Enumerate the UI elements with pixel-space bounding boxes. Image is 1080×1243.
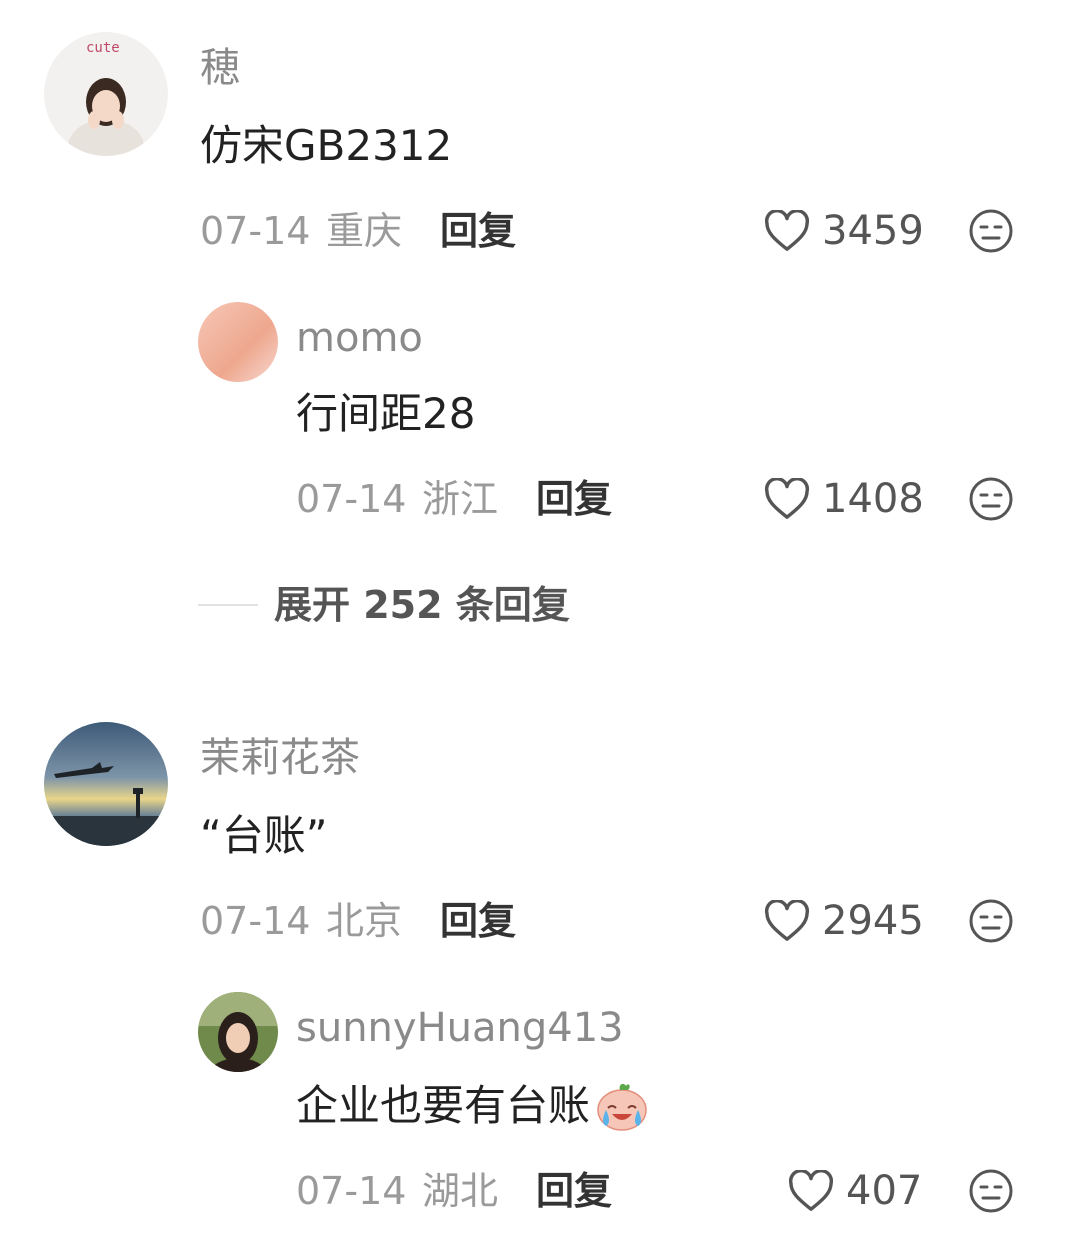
commenter-name[interactable]: sunnyHuang413 <box>296 1004 624 1052</box>
like-button[interactable]: 1408 <box>764 476 924 522</box>
like-count: 407 <box>846 1168 923 1214</box>
comment-text-body: 企业也要有台账 <box>296 1081 591 1130</box>
comment-date: 07-14 <box>200 209 311 253</box>
like-count: 2945 <box>822 898 924 944</box>
comment-text: 仿宋GB2312 <box>200 121 453 170</box>
avatar[interactable] <box>198 992 278 1072</box>
meh-face-icon[interactable] <box>968 898 1014 944</box>
commenter-name[interactable]: 穂 <box>200 44 240 92</box>
comment-location: 重庆 <box>326 209 403 253</box>
meh-face-icon[interactable] <box>968 1168 1014 1214</box>
comment-date: 07-14 <box>200 899 311 943</box>
reply-button[interactable]: 回复 <box>440 898 516 944</box>
heart-outline-icon <box>788 1170 834 1211</box>
crying-emoji-icon <box>597 1083 647 1131</box>
avatar-text: cute <box>86 40 120 56</box>
expand-replies-label: 展开 252 条回复 <box>274 583 570 627</box>
like-count: 1408 <box>822 476 924 522</box>
commenter-name[interactable]: 茉莉花茶 <box>200 734 360 782</box>
comment-location: 湖北 <box>422 1169 499 1213</box>
comment-text: 行间距28 <box>296 389 476 438</box>
avatar[interactable]: cute <box>44 32 168 156</box>
reply-button[interactable]: 回复 <box>440 208 516 254</box>
expand-replies-button[interactable]: 展开 252 条回复 <box>198 582 570 628</box>
avatar[interactable] <box>44 722 168 846</box>
meh-face-icon[interactable] <box>968 476 1014 522</box>
heart-outline-icon <box>764 210 810 251</box>
meh-face-icon[interactable] <box>968 208 1014 254</box>
divider <box>198 604 258 606</box>
like-button[interactable]: 2945 <box>764 898 924 944</box>
like-count: 3459 <box>822 208 924 254</box>
heart-outline-icon <box>764 478 810 519</box>
like-button[interactable]: 3459 <box>764 208 924 254</box>
commenter-name[interactable]: momo <box>296 314 423 362</box>
comment-date: 07-14 <box>296 477 407 521</box>
comment-location: 浙江 <box>422 477 499 521</box>
reply-button[interactable]: 回复 <box>536 1168 612 1214</box>
reply-button[interactable]: 回复 <box>536 476 612 522</box>
comment-date: 07-14 <box>296 1169 407 1213</box>
like-button[interactable]: 407 <box>788 1168 922 1214</box>
comment-location: 北京 <box>326 899 403 943</box>
comment-text: 企业也要有台账 <box>296 1080 650 1132</box>
comment-text: “台账” <box>200 811 328 860</box>
heart-outline-icon <box>764 900 810 941</box>
avatar[interactable] <box>198 302 278 382</box>
